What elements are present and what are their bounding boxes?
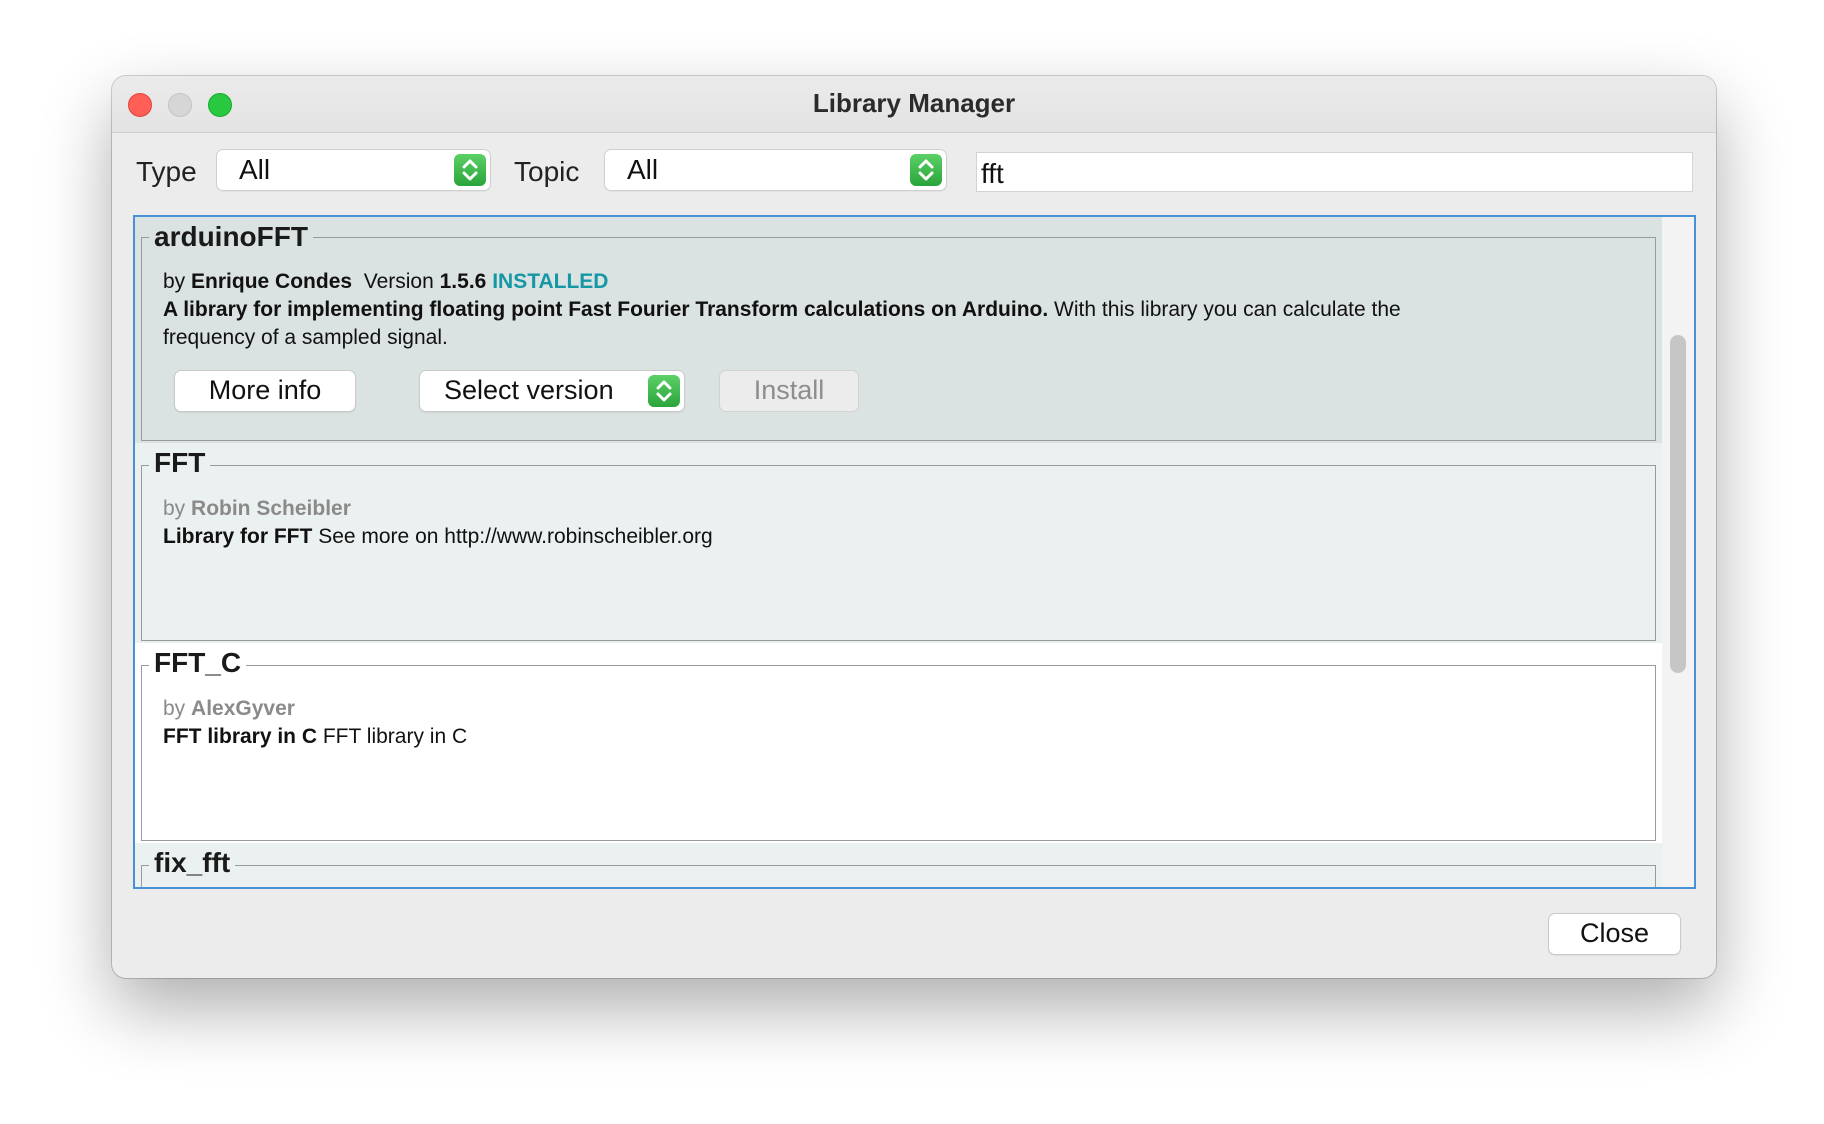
topic-label: Topic [514,156,580,187]
close-button[interactable]: Close [1549,914,1680,954]
list-item-fix-fft[interactable]: fix_fft [135,843,1662,887]
list-item-fft-c[interactable]: FFT_C by AlexGyver FFT library in C FFT … [135,643,1662,843]
library-description-text: See more on http://www.robinscheibler.or… [318,525,713,548]
by-prefix: by [163,497,186,520]
more-info-button[interactable]: More info [175,371,355,411]
scrollbar-thumb[interactable] [1670,335,1686,673]
select-version-label: Select version [444,375,614,405]
library-description: FFT library in C FFT library in C [163,725,467,749]
title-bar: Library Manager [112,76,1716,133]
entry-frame [141,465,1656,641]
topic-select-value: All [627,154,659,185]
library-name: FFT_C [149,647,247,679]
by-prefix: by [163,697,186,720]
install-button: Install [720,371,858,411]
updown-chevron-icon [910,154,942,186]
library-name: arduinoFFT [149,221,313,253]
library-manager-window: Library Manager Type All Topic All ardui… [112,76,1716,978]
library-description: A library for implementing floating poin… [163,298,1401,322]
library-description-text: FFT library in C [322,725,468,748]
library-list[interactable]: arduinoFFT by Enrique Condes Version 1.5… [133,215,1696,889]
library-meta: by AlexGyver [163,697,295,721]
library-description: Library for FFT See more on http://www.r… [163,525,713,549]
library-author: AlexGyver [191,697,295,720]
updown-chevron-icon [648,375,680,407]
list-item-arduinofft[interactable]: arduinoFFT by Enrique Condes Version 1.5… [135,217,1662,443]
library-summary: A library for implementing floating poin… [163,298,1049,321]
library-meta: by Enrique Condes Version 1.5.6 INSTALLE… [163,270,608,294]
topic-select[interactable]: All [605,150,946,190]
library-meta: by Robin Scheibler [163,497,351,521]
entry-frame [141,865,1656,887]
updown-chevron-icon [454,154,486,186]
vertical-scrollbar[interactable] [1662,217,1694,887]
library-name: FFT [149,447,211,479]
select-version-select[interactable]: Select version [420,371,684,411]
library-summary: FFT library in C [163,725,318,748]
search-input[interactable] [976,152,1693,192]
library-name: fix_fft [149,847,236,879]
library-description-line1: With this library you can calculate the [1054,298,1401,321]
library-summary: Library for FFT [163,525,313,548]
installed-badge: INSTALLED [492,270,609,293]
by-prefix: by [163,270,186,293]
library-author: Enrique Condes [191,270,353,293]
entry-frame [141,665,1656,841]
library-version: 1.5.6 [439,270,487,293]
library-description-line2: frequency of a sampled signal. [163,326,448,349]
type-label: Type [136,156,197,187]
library-author: Robin Scheibler [191,497,351,520]
window-title: Library Manager [812,88,1016,118]
list-item-fft[interactable]: FFT by Robin Scheibler Library for FFT S… [135,443,1662,643]
type-select[interactable]: All [217,150,490,190]
version-label: Version [363,270,434,293]
type-select-value: All [239,154,271,185]
